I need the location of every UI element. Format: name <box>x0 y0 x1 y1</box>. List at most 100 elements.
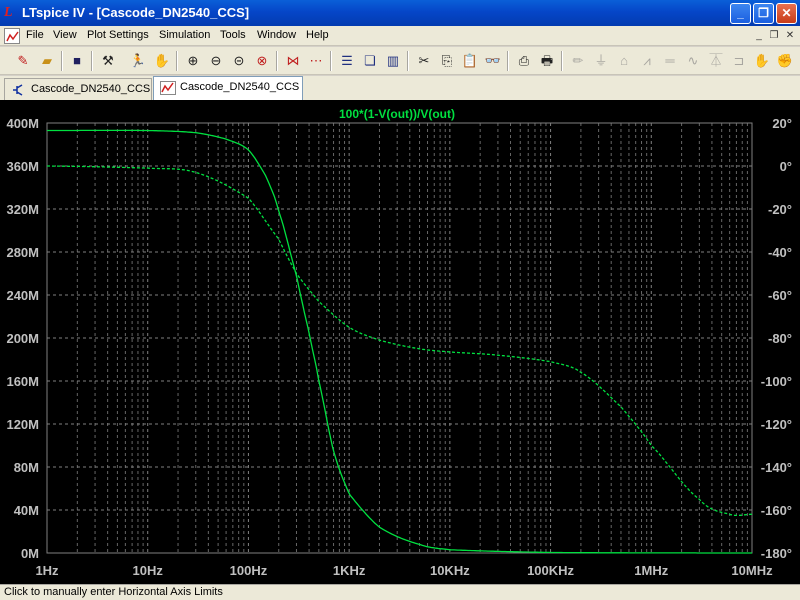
y-left-tick-label: 40M <box>14 503 39 518</box>
toolbar-separator <box>330 51 332 71</box>
find-icon[interactable]: 👓 <box>483 51 503 71</box>
chart-svg[interactable]: 1Hz 10Hz 100Hz 1KHz 10KHz 100KHz 1MHz 10MHz 0M 40… <box>0 100 800 584</box>
resistor-icon[interactable]: ⩘ <box>637 51 657 71</box>
restore-button[interactable]: ❐ <box>753 3 774 24</box>
grid <box>46 123 752 553</box>
x-tick-label: 1KHz <box>333 563 366 578</box>
status-bar: Click to manually enter Horizontal Axis … <box>0 584 800 600</box>
run-icon[interactable]: 🏃 <box>128 51 148 71</box>
waveform-plot[interactable]: 1Hz 10Hz 100Hz 1KHz 10KHz 100KHz 1MHz 10MHz 0M 40… <box>0 100 800 584</box>
print-preview-icon[interactable]: ⎙ <box>514 51 534 71</box>
plot-frame <box>46 122 753 554</box>
y-left-tick-label: 0M <box>21 546 39 561</box>
save-icon[interactable]: ■ <box>67 51 87 71</box>
x-tick-label: 10KHz <box>430 563 470 578</box>
tab-schematic[interactable]: Cascode_DN2540_CCS <box>4 78 152 100</box>
y-right-tick-label: -80° <box>768 331 792 346</box>
mdi-close-button[interactable]: ✕ <box>783 29 797 42</box>
close-button[interactable]: ✕ <box>776 3 797 24</box>
y-left-tick-label: 400M <box>6 116 39 131</box>
y-right-tick-label: 20° <box>772 116 792 131</box>
menu-help[interactable]: Help <box>306 29 329 41</box>
y-left-tick-label: 240M <box>6 288 39 303</box>
zoom-out-icon[interactable]: ⊖ <box>206 51 226 71</box>
toolbar-separator <box>176 51 178 71</box>
ltspice-window: L LTspice IV - [Cascode_DN2540_CCS] _ ❐ … <box>0 0 800 600</box>
move-icon[interactable]: ✋ <box>752 51 772 71</box>
axes: 1Hz 10Hz 100Hz 1KHz 10KHz 100KHz 1MHz 10MHz 0M 40… <box>6 116 792 578</box>
toolbar-separator <box>407 51 409 71</box>
print-icon[interactable]: 🖶 <box>537 51 557 71</box>
tab-label: Cascode_DN2540_CCS <box>31 83 151 95</box>
paste-icon[interactable]: 📋 <box>460 51 480 71</box>
x-tick-label: 100KHz <box>527 563 574 578</box>
status-text: Click to manually enter Horizontal Axis … <box>4 586 223 598</box>
x-tick-label: 100Hz <box>230 563 268 578</box>
document-menu-icon[interactable] <box>4 28 20 44</box>
menu-plot-settings[interactable]: Plot Settings <box>87 29 149 41</box>
y-left-tick-label: 160M <box>6 374 39 389</box>
new-schematic-icon[interactable]: ✎ <box>13 51 33 71</box>
tile-horizontal-icon[interactable]: ☰ <box>337 51 357 71</box>
y-left-tick-label: 280M <box>6 245 39 260</box>
x-tick-label: 10MHz <box>731 563 773 578</box>
toolbar: ✎ ▰ ■ ⚒ 🏃 ✋ ⊕ ⊖ ⊝ ⊗ ⋈ ⋯ ☰ ❏ ▥ ✂ ⎘ 📋 👓 ⎙ … <box>0 47 800 75</box>
control-panel-icon[interactable]: ⚒ <box>98 51 118 71</box>
y-left-tick-label: 200M <box>6 331 39 346</box>
label-icon[interactable]: ⌂ <box>614 51 634 71</box>
cut-icon[interactable]: ✂ <box>414 51 434 71</box>
copy-icon[interactable]: ⎘ <box>437 51 457 71</box>
y-right-tick-label: -40° <box>768 245 792 260</box>
y-right-tick-label: -160° <box>761 503 792 518</box>
tab-waveform[interactable]: Cascode_DN2540_CCS <box>153 76 303 100</box>
y-left-tick-label: 80M <box>14 460 39 475</box>
menu-tools[interactable]: Tools <box>220 29 246 41</box>
y-right-tick-label: -120° <box>761 417 792 432</box>
component-icon[interactable]: ⊐ <box>729 51 749 71</box>
mdi-minimize-button[interactable]: _ <box>752 29 766 42</box>
y-right-tick-label: -20° <box>768 202 792 217</box>
trace-label[interactable]: 100*(1-V(out))/V(out) <box>339 107 455 121</box>
y-right-tick-label: -100° <box>761 374 792 389</box>
toolbar-separator <box>61 51 63 71</box>
ground-icon[interactable]: ⏚ <box>591 51 611 71</box>
autorange-icon[interactable]: ⋈ <box>283 51 303 71</box>
menu-view[interactable]: View <box>53 29 77 41</box>
y-right-tick-label: -60° <box>768 288 792 303</box>
capacitor-icon[interactable]: ═ <box>660 51 680 71</box>
y-left-tick-label: 320M <box>6 202 39 217</box>
toolbar-separator <box>507 51 509 71</box>
menu-file[interactable]: File <box>26 29 44 41</box>
manual-limits-icon[interactable]: ⋯ <box>306 51 326 71</box>
x-tick-label: 1Hz <box>35 563 59 578</box>
ltspice-logo-icon: L <box>4 5 13 20</box>
cascade-icon[interactable]: ❏ <box>360 51 380 71</box>
cancel-zoom-icon[interactable]: ⊗ <box>252 51 272 71</box>
wire-icon[interactable]: ✏ <box>568 51 588 71</box>
zoom-in-icon[interactable]: ⊕ <box>183 51 203 71</box>
toolbar-separator <box>276 51 278 71</box>
open-icon[interactable]: ▰ <box>37 51 57 71</box>
tab-label: Cascode_DN2540_CCS <box>180 81 300 93</box>
menu-simulation[interactable]: Simulation <box>159 29 210 41</box>
inductor-icon[interactable]: ∿ <box>683 51 703 71</box>
y-left-tick-label: 120M <box>6 417 39 432</box>
schematic-icon <box>13 84 23 96</box>
window-title: LTspice IV - [Cascode_DN2540_CCS] <box>22 5 250 20</box>
mdi-restore-button[interactable]: ❐ <box>767 29 781 42</box>
x-tick-label: 1MHz <box>634 563 668 578</box>
toolbar-separator <box>561 51 563 71</box>
document-tabs: Cascode_DN2540_CCS Cascode_DN2540_CCS <box>0 76 800 100</box>
diode-icon[interactable]: ⏄ <box>706 51 726 71</box>
zoom-fit-icon[interactable]: ⊝ <box>229 51 249 71</box>
tile-vertical-icon[interactable]: ▥ <box>383 51 403 71</box>
minimize-button[interactable]: _ <box>730 3 751 24</box>
waveform-icon <box>160 81 176 95</box>
halt-icon[interactable]: ✋ <box>152 51 172 71</box>
y-left-tick-label: 360M <box>6 159 39 174</box>
drag-icon[interactable]: ✊ <box>775 51 795 71</box>
y-right-tick-label: -180° <box>761 546 792 561</box>
y-right-tick-label: 0° <box>780 159 792 174</box>
title-bar: L LTspice IV - [Cascode_DN2540_CCS] _ ❐ … <box>0 0 800 26</box>
menu-window[interactable]: Window <box>257 29 296 41</box>
